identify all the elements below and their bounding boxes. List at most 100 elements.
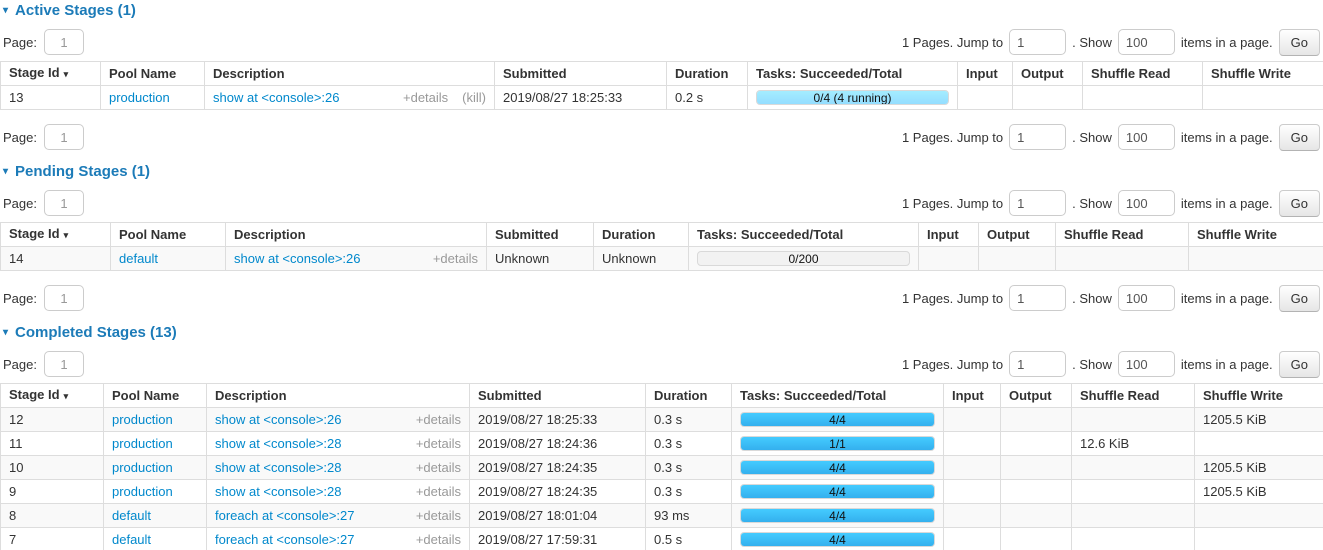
col-header-shuffle-read[interactable]: Shuffle Read xyxy=(1056,223,1189,247)
col-header-shuffle-write[interactable]: Shuffle Write xyxy=(1203,62,1323,86)
details-toggle[interactable]: +details xyxy=(416,461,461,474)
pool-name-link[interactable]: production xyxy=(109,90,170,105)
col-header-shuffle-read[interactable]: Shuffle Read xyxy=(1072,384,1195,408)
completed-stages-header[interactable]: ▾Completed Stages (13) xyxy=(3,324,1323,341)
col-header-description[interactable]: Description xyxy=(226,223,487,247)
active-stages-header[interactable]: ▾Active Stages (1) xyxy=(3,2,1323,19)
description-link[interactable]: foreach at <console>:27 xyxy=(215,509,355,522)
pool-name-cell: production xyxy=(104,480,207,504)
col-header-stage-id[interactable]: Stage Id▾ xyxy=(1,223,111,247)
submitted-cell: 2019/08/27 18:01:04 xyxy=(470,504,646,528)
pool-name-link[interactable]: default xyxy=(119,251,158,266)
jump-to-page-input[interactable] xyxy=(1009,124,1066,150)
col-header-shuffle-write[interactable]: Shuffle Write xyxy=(1195,384,1323,408)
pool-name-link[interactable]: production xyxy=(112,460,173,475)
page-label: Page: xyxy=(3,196,37,211)
description-link[interactable]: show at <console>:26 xyxy=(213,91,339,104)
jump-to-page-input[interactable] xyxy=(1009,190,1066,216)
col-header-pool-name[interactable]: Pool Name xyxy=(111,223,226,247)
duration-cell: Unknown xyxy=(594,247,689,271)
jump-to-page-input[interactable] xyxy=(1009,351,1066,377)
show-label: . Show xyxy=(1072,35,1112,50)
col-header-tasks-succeeded-total[interactable]: Tasks: Succeeded/Total xyxy=(689,223,919,247)
page-size-input[interactable] xyxy=(1118,124,1175,150)
pending-stages-header[interactable]: ▾Pending Stages (1) xyxy=(3,163,1323,180)
pool-name-link[interactable]: default xyxy=(112,532,151,547)
page-size-input[interactable] xyxy=(1118,285,1175,311)
duration-cell: 0.2 s xyxy=(667,86,748,110)
col-header-submitted[interactable]: Submitted xyxy=(495,62,667,86)
pending-stages-go-button[interactable]: Go xyxy=(1279,190,1320,217)
stage-id-cell: 14 xyxy=(1,247,111,271)
kill-link[interactable]: (kill) xyxy=(462,91,486,104)
col-header-stage-id[interactable]: Stage Id▾ xyxy=(1,62,101,86)
pagination-left-group: Page: xyxy=(3,124,84,150)
page-input[interactable] xyxy=(44,351,84,377)
page-size-input[interactable] xyxy=(1118,190,1175,216)
col-header-description[interactable]: Description xyxy=(207,384,470,408)
page-input[interactable] xyxy=(44,285,84,311)
col-header-duration[interactable]: Duration xyxy=(594,223,689,247)
col-header-tasks-succeeded-total[interactable]: Tasks: Succeeded/Total xyxy=(732,384,944,408)
col-header-submitted[interactable]: Submitted xyxy=(487,223,594,247)
col-header-output[interactable]: Output xyxy=(1013,62,1083,86)
shuffle-write-cell: 1205.5 KiB xyxy=(1195,408,1323,432)
stages-page: ▾Active Stages (1)Page:1 Pages. Jump to.… xyxy=(0,2,1323,550)
jump-to-page-input[interactable] xyxy=(1009,29,1066,55)
col-header-shuffle-write[interactable]: Shuffle Write xyxy=(1189,223,1323,247)
pending-stages-go-button[interactable]: Go xyxy=(1279,285,1320,312)
details-toggle[interactable]: +details xyxy=(416,509,461,522)
pool-name-link[interactable]: production xyxy=(112,412,173,427)
pool-name-link[interactable]: production xyxy=(112,484,173,499)
sort-desc-icon: ▾ xyxy=(64,230,69,240)
col-header-label: Shuffle Read xyxy=(1091,66,1170,81)
tasks-progress-cell: 4/4 xyxy=(732,504,944,528)
col-header-pool-name[interactable]: Pool Name xyxy=(101,62,205,86)
description-link[interactable]: show at <console>:26 xyxy=(234,252,360,265)
active-stages-go-button[interactable]: Go xyxy=(1279,124,1320,151)
col-header-description[interactable]: Description xyxy=(205,62,495,86)
col-header-tasks-succeeded-total[interactable]: Tasks: Succeeded/Total xyxy=(748,62,958,86)
description-link[interactable]: show at <console>:28 xyxy=(215,461,341,474)
col-header-shuffle-read[interactable]: Shuffle Read xyxy=(1083,62,1203,86)
active-stages-go-button[interactable]: Go xyxy=(1279,29,1320,56)
stage-row: 8defaultforeach at <console>:27+details2… xyxy=(1,504,1323,528)
section-title-text: Active Stages (1) xyxy=(15,2,136,19)
details-toggle[interactable]: +details xyxy=(416,533,461,546)
col-header-input[interactable]: Input xyxy=(919,223,979,247)
col-header-label: Submitted xyxy=(495,227,559,242)
description-link[interactable]: show at <console>:28 xyxy=(215,485,341,498)
description-link[interactable]: show at <console>:28 xyxy=(215,437,341,450)
page-input[interactable] xyxy=(44,190,84,216)
pagination-right-group: 1 Pages. Jump to. Showitems in a page.Go xyxy=(902,29,1320,56)
details-toggle[interactable]: +details xyxy=(416,413,461,426)
col-header-pool-name[interactable]: Pool Name xyxy=(104,384,207,408)
stage-id-cell: 12 xyxy=(1,408,104,432)
page-size-input[interactable] xyxy=(1118,351,1175,377)
shuffle-read-cell xyxy=(1072,480,1195,504)
pool-name-link[interactable]: production xyxy=(112,436,173,451)
collapse-arrow-icon: ▾ xyxy=(3,164,8,179)
col-header-output[interactable]: Output xyxy=(979,223,1056,247)
details-toggle[interactable]: +details xyxy=(433,252,478,265)
col-header-duration[interactable]: Duration xyxy=(667,62,748,86)
col-header-stage-id[interactable]: Stage Id▾ xyxy=(1,384,104,408)
col-header-label: Pool Name xyxy=(109,66,176,81)
pool-name-link[interactable]: default xyxy=(112,508,151,523)
col-header-output[interactable]: Output xyxy=(1001,384,1072,408)
col-header-input[interactable]: Input xyxy=(958,62,1013,86)
col-header-input[interactable]: Input xyxy=(944,384,1001,408)
page-input[interactable] xyxy=(44,124,84,150)
description-link[interactable]: show at <console>:26 xyxy=(215,413,341,426)
page-input[interactable] xyxy=(44,29,84,55)
pages-count-text: 1 Pages. Jump to xyxy=(902,35,1003,50)
page-size-input[interactable] xyxy=(1118,29,1175,55)
completed-stages-go-button[interactable]: Go xyxy=(1279,351,1320,378)
details-toggle[interactable]: +details xyxy=(416,437,461,450)
col-header-submitted[interactable]: Submitted xyxy=(470,384,646,408)
description-link[interactable]: foreach at <console>:27 xyxy=(215,533,355,546)
details-toggle[interactable]: +details xyxy=(416,485,461,498)
details-toggle[interactable]: +details xyxy=(403,91,448,104)
col-header-duration[interactable]: Duration xyxy=(646,384,732,408)
jump-to-page-input[interactable] xyxy=(1009,285,1066,311)
